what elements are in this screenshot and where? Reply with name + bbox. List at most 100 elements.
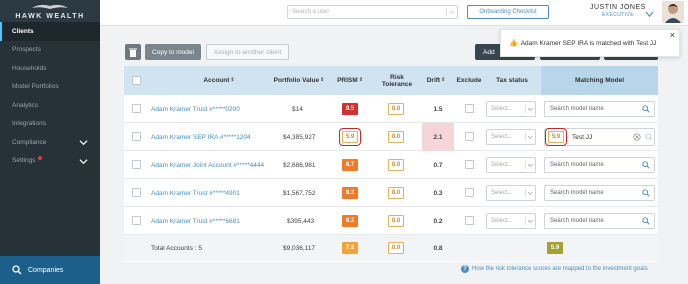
top-bar: Search a user Onboarding Checklist JUSTI… xyxy=(100,0,688,26)
sidebar-item-households[interactable]: Households xyxy=(0,59,100,78)
chevron-down-icon xyxy=(525,189,533,197)
exclude-checkbox[interactable] xyxy=(465,188,474,197)
risk-score[interactable]: 8.0 xyxy=(388,187,404,199)
exclude-checkbox[interactable] xyxy=(465,216,474,225)
sidebar-item-compliance[interactable]: Compliance xyxy=(0,133,100,152)
prism-score[interactable]: 8.2 xyxy=(342,215,358,227)
risk-score-cell: 8.0 xyxy=(388,95,404,123)
user-name[interactable]: JUSTIN JONES xyxy=(590,4,646,11)
risk-score[interactable]: 8.0 xyxy=(388,103,404,115)
risk-score[interactable]: 8.0 xyxy=(388,131,404,143)
row-checkbox[interactable] xyxy=(132,216,141,225)
prism-score-cell: 8.7 xyxy=(342,151,358,179)
header-matching-model: Matching Model xyxy=(574,77,625,84)
prism-score-cell: 9.5 xyxy=(342,95,358,123)
avatar[interactable] xyxy=(662,1,684,23)
tax-status-select[interactable]: Select... xyxy=(486,213,536,229)
tax-status-select[interactable]: Select... xyxy=(486,129,536,145)
sidebar-item-settings[interactable]: Settings xyxy=(0,152,100,171)
row-checkbox[interactable] xyxy=(132,104,141,113)
tax-status-select[interactable]: Select... xyxy=(486,157,536,173)
header-account[interactable]: Account ⇕ xyxy=(184,66,254,95)
thumbs-up-icon: 👍 xyxy=(509,40,518,47)
total-portfolio-value: $9,036,117 xyxy=(283,244,316,252)
model-search-input[interactable]: Search model name xyxy=(544,185,655,201)
header-prism[interactable]: PRISM ⇕ xyxy=(334,66,366,95)
account-link[interactable]: Adam Kramer Trust #*****6681 xyxy=(151,207,240,235)
total-drift: 0.8 xyxy=(433,244,443,252)
model-search-input[interactable]: Search model name xyxy=(544,213,655,229)
header-tax-status: Tax status xyxy=(496,77,528,84)
exclude-checkbox[interactable] xyxy=(465,160,474,169)
sidebar-item-clients[interactable]: Clients xyxy=(0,22,100,41)
prism-score-cell: 8.2 xyxy=(342,207,358,235)
chevron-down-icon xyxy=(79,158,88,164)
exclude-checkbox[interactable] xyxy=(465,104,474,113)
prism-score[interactable]: 9.5 xyxy=(342,103,358,115)
sidebar-item-integrations[interactable]: Integrations xyxy=(0,115,100,134)
risk-score-cell: 8.0 xyxy=(388,207,404,235)
drift-value: 2.1 xyxy=(422,123,454,151)
alert-dot xyxy=(37,155,42,160)
accounts-table: Account ⇕ Portfolio Value ⇕ PRISM ⇕ Risk To… xyxy=(124,66,658,262)
row-checkbox[interactable] xyxy=(132,132,141,141)
match-notification-toast: 👍 Adam Kramer SEP IRA is matched with Te… xyxy=(500,29,680,57)
header-portfolio-value[interactable]: Portfolio Value ⇕ xyxy=(269,66,329,95)
matched-model-field[interactable]: 5.9 Test JJ xyxy=(544,128,655,146)
model-search-input[interactable]: Search model name xyxy=(544,157,655,173)
drift-value: 1.5 xyxy=(433,105,443,113)
risk-score-cell: 8.0 xyxy=(388,123,404,151)
search-icon xyxy=(642,189,650,197)
prism-score[interactable]: 8.7 xyxy=(342,159,358,171)
risk-score-cell: 8.0 xyxy=(388,151,404,179)
copy-to-model-button[interactable]: Copy to model xyxy=(145,44,201,60)
logo: HAWK WEALTH xyxy=(0,0,100,22)
model-name: Test JJ xyxy=(572,134,593,141)
chevron-down-icon xyxy=(79,140,88,146)
search-icon xyxy=(642,161,650,169)
total-accounts-label: Total Accounts : 5 xyxy=(151,244,202,252)
close-icon[interactable]: × xyxy=(670,30,675,40)
header-exclude: Exclude xyxy=(456,77,482,84)
sidebar-item-prospects[interactable]: Prospects xyxy=(0,41,100,60)
account-link[interactable]: Adam Kramer Trust #*****0200 xyxy=(151,95,240,123)
select-all-checkbox[interactable] xyxy=(132,76,141,85)
account-link[interactable]: Adam Kramer SEP IRA #*****1204 xyxy=(151,123,251,151)
onboarding-checklist-button[interactable]: Onboarding Checklist xyxy=(467,5,549,19)
prism-score[interactable]: 5.9 xyxy=(339,128,361,146)
table-header: Account ⇕ Portfolio Value ⇕ PRISM ⇕ Risk To… xyxy=(124,66,658,95)
user-search-select[interactable]: Search a user xyxy=(287,5,458,19)
row-checkbox[interactable] xyxy=(132,160,141,169)
total-prism-cell: 7.2 xyxy=(342,235,358,261)
tax-status-select[interactable]: Select... xyxy=(486,185,536,201)
delete-button[interactable] xyxy=(125,44,141,60)
chevron-down-icon xyxy=(525,133,533,141)
model-search-input[interactable]: Search model name xyxy=(544,101,655,117)
header-drift[interactable]: Drift ⇕ xyxy=(424,66,448,95)
logo-text: HAWK WEALTH xyxy=(15,13,85,20)
tax-status-select[interactable]: Select... xyxy=(486,101,536,117)
assign-to-client-button[interactable]: Assign to another client xyxy=(206,44,289,60)
help-icon: ? xyxy=(461,265,469,273)
total-risk-cell: 8.0 xyxy=(388,235,404,261)
sidebar-item-companies[interactable]: Companies xyxy=(0,256,100,284)
header-risk-tolerance[interactable]: Risk Tolerance xyxy=(376,66,418,95)
table-row: Adam Kramer SEP IRA #*****1204 $4,385,92… xyxy=(124,123,658,151)
risk-mapping-help-link[interactable]: ? How the risk tolerance scores are mapp… xyxy=(461,265,648,273)
risk-score[interactable]: 8.0 xyxy=(388,215,404,227)
account-link[interactable]: Adam Kramer Joint Account #*****4444 xyxy=(151,151,264,179)
exclude-checkbox[interactable] xyxy=(465,132,474,141)
chevron-down-icon xyxy=(525,161,533,169)
account-link[interactable]: Adam Kramer Trust #*****4901 xyxy=(151,179,240,207)
sidebar-item-analytics[interactable]: Analytics xyxy=(0,96,100,115)
trash-icon xyxy=(129,48,137,57)
row-checkbox[interactable] xyxy=(132,188,141,197)
sidebar-item-model-portfolios[interactable]: Model Portfolios xyxy=(0,78,100,97)
clear-icon[interactable] xyxy=(633,133,641,141)
chevron-down-icon[interactable] xyxy=(645,11,654,18)
portfolio-value: $14 xyxy=(292,105,303,113)
risk-score[interactable]: 8.0 xyxy=(388,159,404,171)
prism-score[interactable]: 8.3 xyxy=(342,187,358,199)
total-model-score: 5.9 xyxy=(547,242,563,254)
search-icon xyxy=(12,265,22,275)
